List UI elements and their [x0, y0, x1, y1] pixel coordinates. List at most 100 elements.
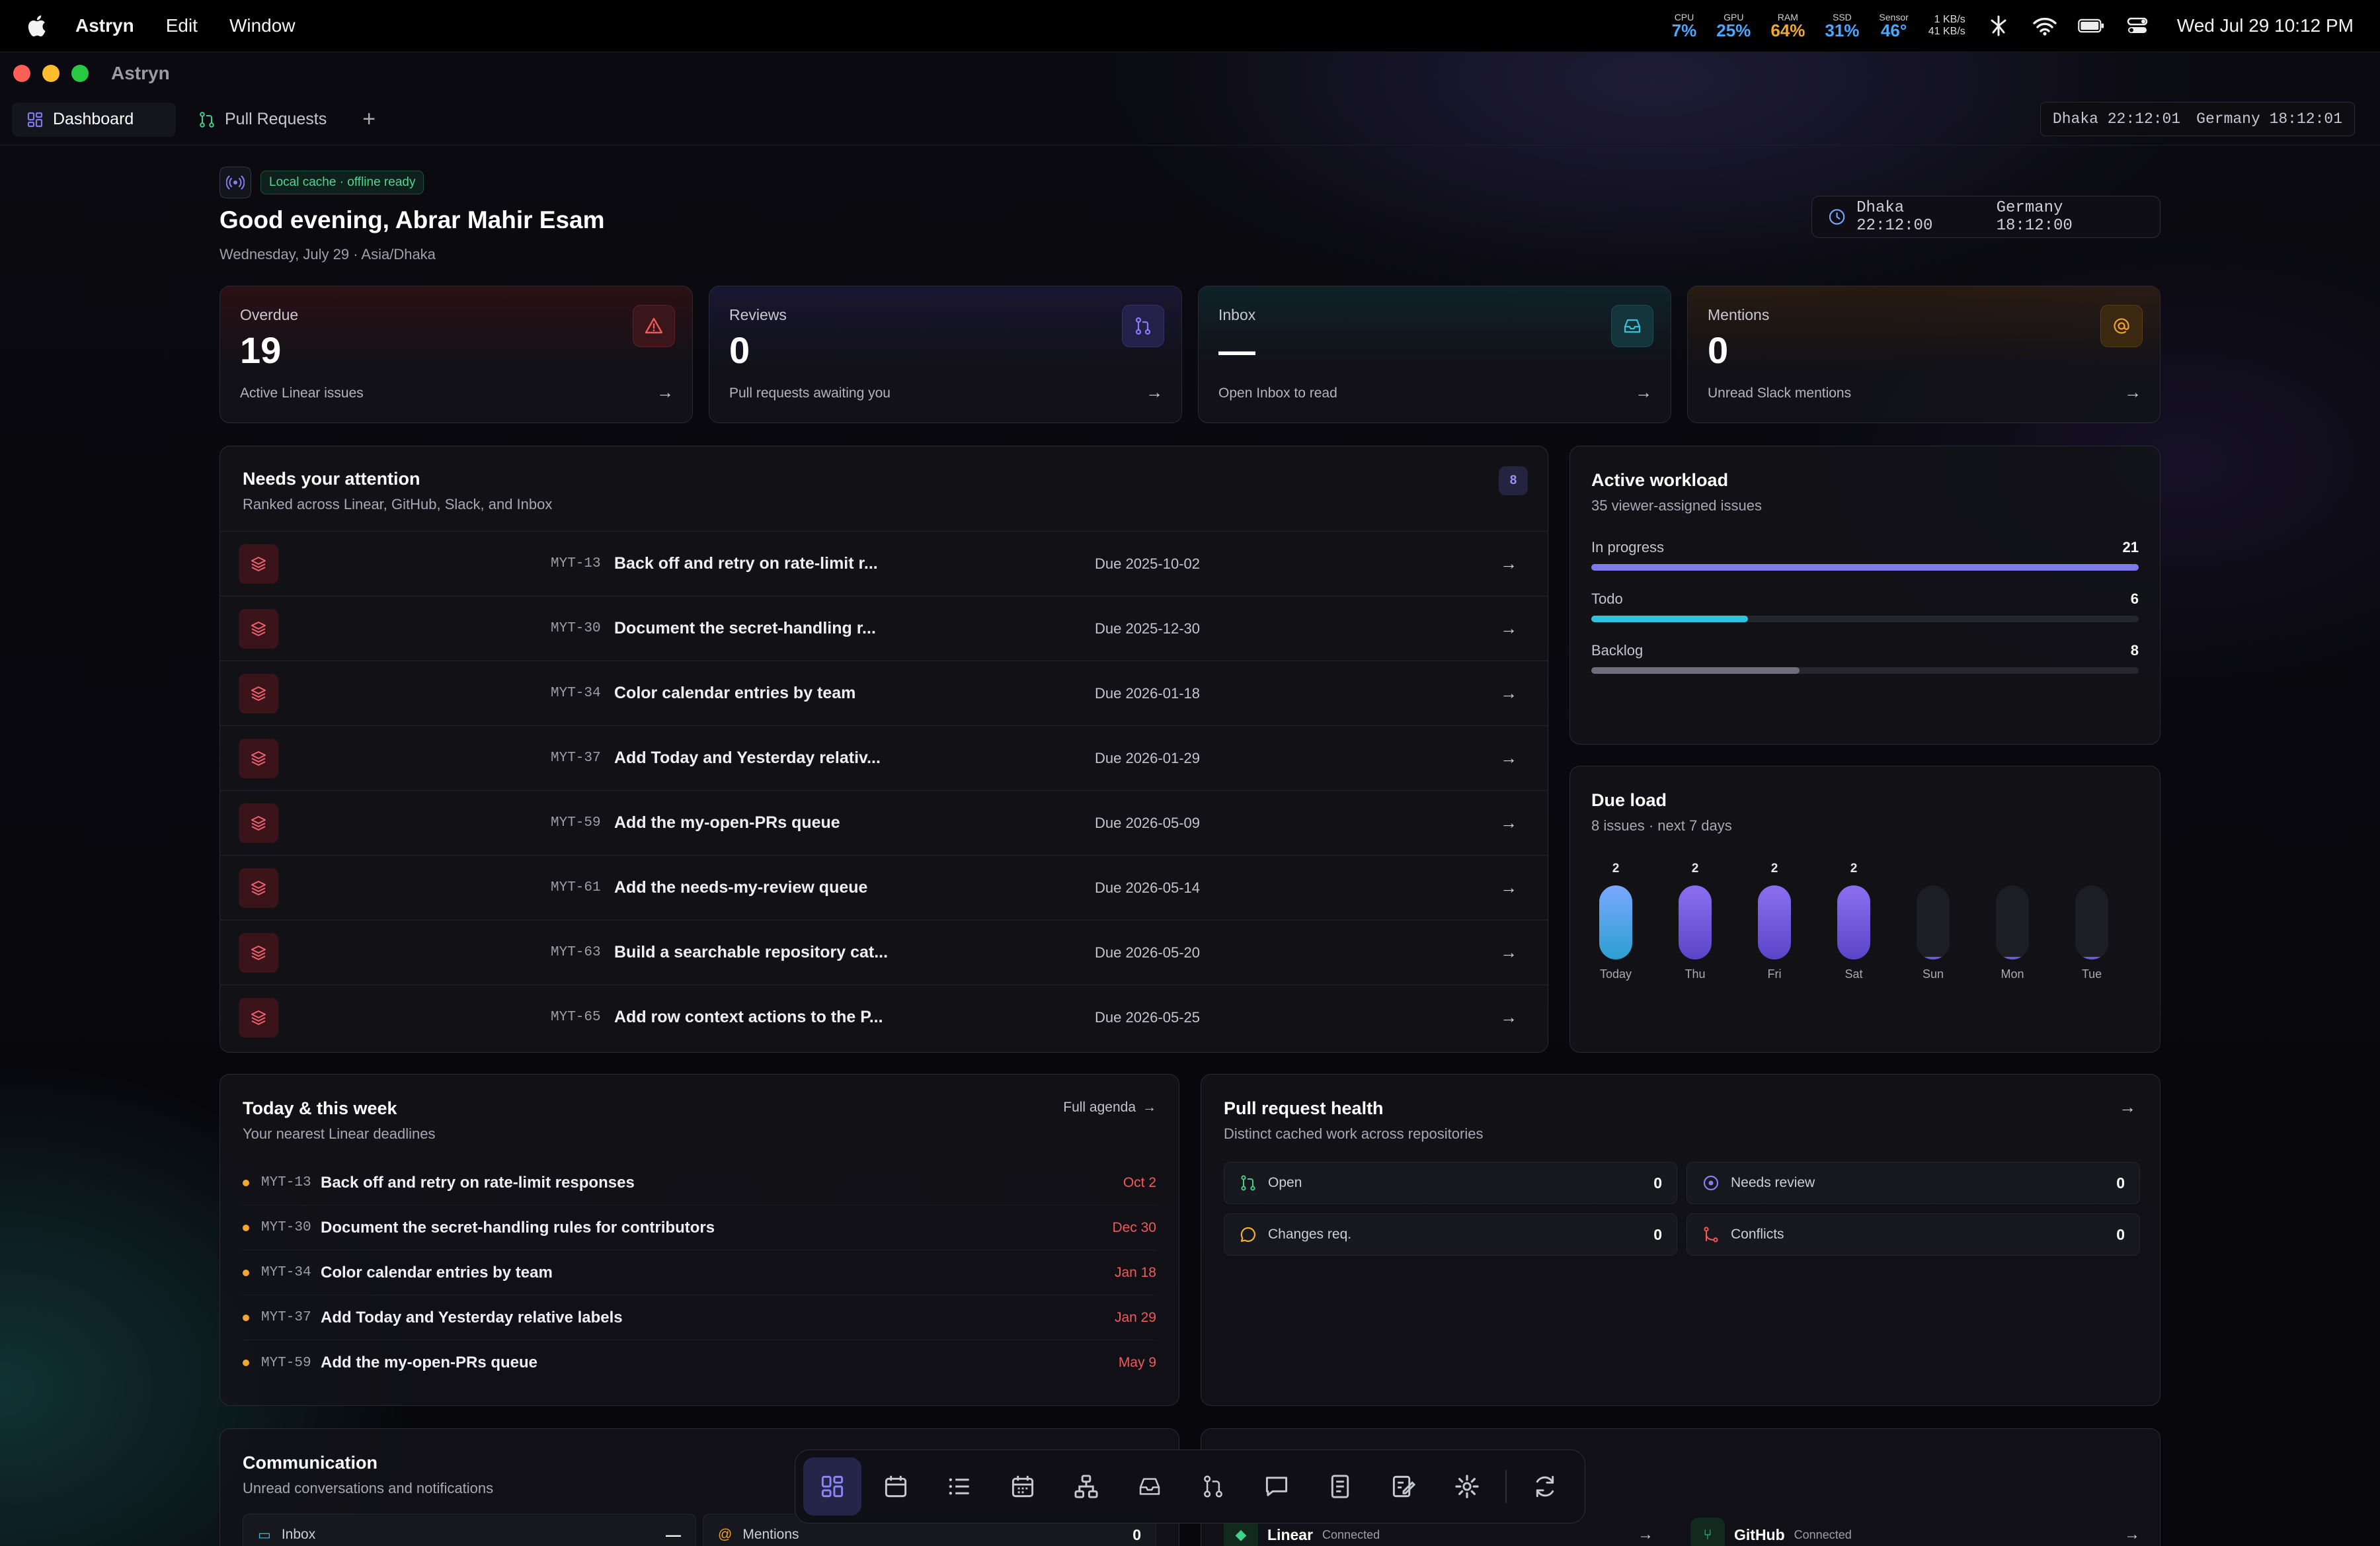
menu-edit[interactable]: Edit [166, 15, 198, 36]
agenda-item[interactable]: MYT-30 Document the secret-handling rules… [243, 1205, 1156, 1250]
menu-bar: Astryn Edit Window CPU 7% GPU 25% RAM 64% S… [0, 0, 2380, 52]
due-bar[interactable] [1758, 885, 1791, 959]
menubar-clock[interactable]: Wed Jul 29 10:12 PM [2177, 15, 2354, 36]
mentions-title: Mentions [1708, 306, 1770, 323]
overdue-value: 19 [240, 329, 282, 371]
document-icon [1331, 1475, 1349, 1498]
due-bar[interactable] [1599, 885, 1632, 959]
attention-row[interactable]: MYT-13 Back off and retry on rate-limit r… [220, 531, 1548, 596]
dock-pull-requests-button[interactable] [1184, 1457, 1242, 1516]
inbox-icon: ▭ [258, 1527, 271, 1543]
ram-stat[interactable]: RAM 64% [1770, 13, 1805, 39]
close-window-button[interactable] [13, 64, 30, 82]
due-bar-count: 2 [1850, 862, 1858, 875]
sensor-stat[interactable]: Sensor 46° [1879, 13, 1908, 39]
overdue-card[interactable]: Overdue 19 Active Linear issues → [219, 286, 693, 423]
communication-inbox[interactable]: ▭ Inbox — [243, 1514, 696, 1546]
ram-value: 64% [1770, 20, 1805, 40]
cpu-stat[interactable]: CPU 7% [1672, 13, 1697, 39]
arrow-right-icon: → [1635, 382, 1652, 402]
menu-app[interactable]: Astryn [75, 15, 134, 36]
attention-row-title: Add the my-open-PRs queue [614, 813, 840, 832]
dock-dashboard-button[interactable] [803, 1457, 861, 1516]
dock-inbox-button[interactable] [1121, 1457, 1179, 1516]
ssd-stat[interactable]: SSD 31% [1825, 13, 1859, 39]
pr-open-stat[interactable]: Open 0 [1224, 1162, 1677, 1204]
dock-separator [1505, 1470, 1507, 1503]
linear-issue-icon [239, 932, 278, 973]
linear-issue-icon [239, 868, 278, 908]
attention-row[interactable]: MYT-59 Add the my-open-PRs queue Due 2026-… [220, 790, 1548, 855]
control-center-icon[interactable] [2124, 13, 2151, 39]
due-bar-fill [2075, 957, 2108, 959]
tab-dashboard[interactable]: Dashboard [12, 102, 176, 137]
dock-refresh-button[interactable] [1516, 1457, 1574, 1516]
status-dot [243, 1269, 249, 1276]
due-bar-fill [1599, 885, 1632, 959]
due-bar[interactable] [1679, 885, 1712, 959]
dock-hierarchy-button[interactable] [1057, 1457, 1115, 1516]
dock-schedule-button[interactable] [994, 1457, 1052, 1516]
dock-notes-button[interactable] [1374, 1457, 1433, 1516]
dock-calendar-button[interactable] [867, 1457, 925, 1516]
pr-needs-review-value: 0 [2116, 1174, 2125, 1192]
pr-needs-review-stat[interactable]: Needs review 0 [1686, 1162, 2140, 1204]
due-bar[interactable] [1837, 885, 1870, 959]
attention-row[interactable]: MYT-30 Document the secret-handling r... D… [220, 596, 1548, 661]
pr-conflicts-stat[interactable]: Conflicts 0 [1686, 1213, 2140, 1256]
due-bar-day: Sat [1844, 967, 1863, 981]
due-bar[interactable] [1996, 885, 2029, 959]
agenda-item[interactable]: MYT-37 Add Today and Yesterday relative l… [243, 1295, 1156, 1340]
agenda-item-id: MYT-13 [261, 1175, 311, 1190]
linear-issue-icon [239, 544, 278, 584]
pr-health-panel: Pull request health Distinct cached work… [1201, 1074, 2161, 1406]
warning-icon [633, 305, 675, 347]
dock-settings-button[interactable] [1438, 1457, 1496, 1516]
tab-pull-requests[interactable]: Pull Requests [184, 102, 341, 137]
zoom-window-button[interactable] [71, 64, 89, 82]
workload-item-value: 8 [2130, 642, 2139, 659]
pr-changes-requested-stat[interactable]: Changes req. 0 [1224, 1213, 1677, 1256]
linear-issue-icon [239, 997, 278, 1037]
add-tab-button[interactable]: + [362, 106, 376, 132]
reviews-card[interactable]: Reviews 0 Pull requests awaiting you → [709, 286, 1182, 423]
agenda-item-date: Jan 29 [1114, 1309, 1156, 1325]
agenda-item-id: MYT-34 [261, 1265, 311, 1280]
due-bar-fill [1837, 885, 1870, 959]
agenda-item[interactable]: MYT-59 Add the my-open-PRs queue May 9 [243, 1340, 1156, 1385]
due-bar[interactable] [2075, 885, 2108, 959]
inbox-card[interactable]: Inbox — Open Inbox to read → [1198, 286, 1671, 423]
dock-list-button[interactable] [930, 1457, 988, 1516]
menu-window[interactable]: Window [229, 15, 296, 36]
due-bar-fill [1996, 957, 2029, 959]
battery-icon[interactable] [2078, 13, 2104, 39]
apple-icon[interactable] [26, 15, 49, 37]
attention-row[interactable]: MYT-61 Add the needs-my-review queue Due 2… [220, 855, 1548, 920]
mentions-card[interactable]: Mentions 0 Unread Slack mentions → [1687, 286, 2161, 423]
arrow-right-icon: → [2124, 1526, 2140, 1543]
gpu-stat[interactable]: GPU 25% [1716, 13, 1751, 39]
dock-document-button[interactable] [1311, 1457, 1369, 1516]
dock-messages-button[interactable] [1248, 1457, 1306, 1516]
agenda-item[interactable]: MYT-34 Color calendar entries by team Jan … [243, 1250, 1156, 1295]
fan-icon[interactable] [1985, 13, 2012, 39]
status-dot [243, 1179, 249, 1186]
refresh-icon [1536, 1475, 1554, 1498]
pr-health-open-button[interactable]: → [2119, 1097, 2136, 1118]
attention-row[interactable]: MYT-34 Color calendar entries by team Due … [220, 661, 1548, 725]
network-stat[interactable]: 1 KB/s 41 KB/s [1928, 14, 1965, 37]
sensor-value: 46° [1880, 20, 1907, 40]
calendar-icon [885, 1475, 907, 1498]
git-merge-conflict-icon [1704, 1227, 1718, 1242]
attention-row[interactable]: MYT-63 Build a searchable repository cat.… [220, 920, 1548, 985]
attention-row[interactable]: MYT-37 Add Today and Yesterday relativ...… [220, 725, 1548, 790]
attention-row[interactable]: MYT-65 Add row context actions to the P..… [220, 985, 1548, 1049]
minimize-window-button[interactable] [42, 64, 60, 82]
agenda-item-id: MYT-30 [261, 1220, 311, 1235]
wifi-icon[interactable] [2032, 13, 2058, 39]
attention-row-id: MYT-13 [551, 556, 601, 571]
github-integration[interactable]: ⑂ GitHub Connected → [1690, 1518, 2140, 1546]
agenda-item[interactable]: MYT-13 Back off and retry on rate-limit r… [243, 1160, 1156, 1205]
due-bar[interactable] [1917, 885, 1950, 959]
full-agenda-link[interactable]: Full agenda → [1063, 1100, 1156, 1116]
